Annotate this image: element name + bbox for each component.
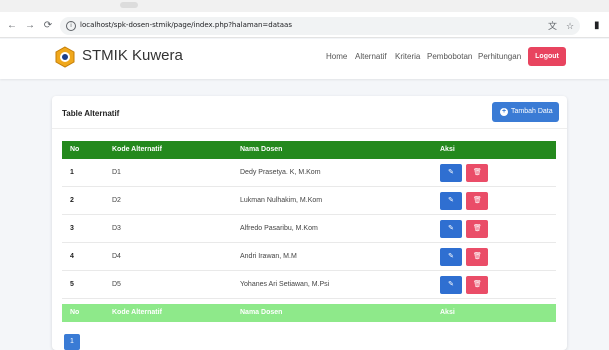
trash-icon: 🗑 (473, 281, 482, 288)
edit-button[interactable]: ✎ (440, 164, 462, 182)
site-info-icon[interactable]: i (66, 21, 76, 31)
cell-no: 5 (70, 281, 74, 288)
trash-icon: 🗑 (473, 225, 482, 232)
plus-circle-icon: + (500, 108, 508, 116)
tf-nama: Nama Dosen (240, 309, 283, 316)
th-no: No (70, 146, 80, 153)
trash-icon: 🗑 (473, 253, 482, 260)
table-row: 3 D3 Alfredo Pasaribu, M.Kom ✎ 🗑 (62, 215, 556, 243)
edit-icon: ✎ (448, 169, 454, 176)
brand-title[interactable]: STMIK Kuwera (82, 47, 183, 64)
cell-nama: Alfredo Pasaribu, M.Kom (240, 225, 318, 232)
translate-icon[interactable]: 文 (548, 20, 557, 32)
cell-nama: Lukman Nulhakim, M.Kom (240, 197, 323, 204)
tab-indicator (120, 2, 138, 8)
cell-kode: D3 (112, 225, 121, 232)
nav-pembobotan[interactable]: Pembobotan (427, 52, 472, 61)
logout-button[interactable]: Logout (528, 47, 566, 66)
cell-nama: Dedy Prasetya. K, M.Kom (240, 169, 321, 176)
reload-icon[interactable]: ⟳ (42, 20, 54, 32)
add-data-button[interactable]: + Tambah Data (492, 102, 559, 122)
delete-button[interactable]: 🗑 (466, 276, 488, 294)
stmik-logo-icon (55, 46, 75, 68)
reading-list-icon[interactable]: ▮ (594, 20, 604, 31)
card-title: Table Alternatif (62, 109, 120, 118)
delete-button[interactable]: 🗑 (466, 220, 488, 238)
nav-home[interactable]: Home (326, 52, 347, 61)
address-bar-url[interactable]: localhost/spk-dosen-stmik/page/index.php… (80, 21, 292, 29)
trash-icon: 🗑 (473, 169, 482, 176)
edit-button[interactable]: ✎ (440, 192, 462, 210)
cell-no: 4 (70, 253, 74, 260)
delete-button[interactable]: 🗑 (466, 164, 488, 182)
edit-icon: ✎ (448, 225, 454, 232)
delete-button[interactable]: 🗑 (466, 192, 488, 210)
cell-no: 3 (70, 225, 74, 232)
trash-icon: 🗑 (473, 197, 482, 204)
nav-kriteria[interactable]: Kriteria (395, 52, 420, 61)
cell-no: 1 (70, 169, 74, 176)
forward-icon[interactable]: → (24, 20, 36, 32)
th-nama: Nama Dosen (240, 146, 283, 153)
cell-kode: D2 (112, 197, 121, 204)
cell-kode: D4 (112, 253, 121, 260)
cell-kode: D1 (112, 169, 121, 176)
edit-button[interactable]: ✎ (440, 276, 462, 294)
tf-no: No (70, 309, 80, 316)
cell-nama: Yohanes Ari Setiawan, M.Psi (240, 281, 330, 288)
add-data-label: Tambah Data (511, 108, 553, 115)
browser-tab-strip (0, 0, 609, 12)
edit-icon: ✎ (448, 197, 454, 204)
back-icon[interactable]: ← (6, 20, 18, 32)
table-row: 2 D2 Lukman Nulhakim, M.Kom ✎ 🗑 (62, 187, 556, 215)
card-divider (52, 128, 567, 129)
edit-icon: ✎ (448, 253, 454, 260)
nav-perhitungan[interactable]: Perhitungan (478, 52, 521, 61)
edit-button[interactable]: ✎ (440, 248, 462, 266)
edit-button[interactable]: ✎ (440, 220, 462, 238)
th-aksi: Aksi (440, 146, 455, 153)
table-row: 4 D4 Andri Irawan, M.M ✎ 🗑 (62, 243, 556, 271)
edit-icon: ✎ (448, 281, 454, 288)
cell-kode: D5 (112, 281, 121, 288)
pagination-page-1[interactable]: 1 (64, 334, 80, 350)
nav-alternatif[interactable]: Alternatif (355, 52, 387, 61)
delete-button[interactable]: 🗑 (466, 248, 488, 266)
tf-aksi: Aksi (440, 309, 455, 316)
table-row: 5 D5 Yohanes Ari Setiawan, M.Psi ✎ 🗑 (62, 271, 556, 299)
cell-no: 2 (70, 197, 74, 204)
tf-kode: Kode Alternatif (112, 309, 162, 316)
bookmark-star-icon[interactable]: ☆ (566, 20, 574, 32)
table-row: 1 D1 Dedy Prasetya. K, M.Kom ✎ 🗑 (62, 159, 556, 187)
th-kode: Kode Alternatif (112, 146, 162, 153)
cell-nama: Andri Irawan, M.M (240, 253, 297, 260)
